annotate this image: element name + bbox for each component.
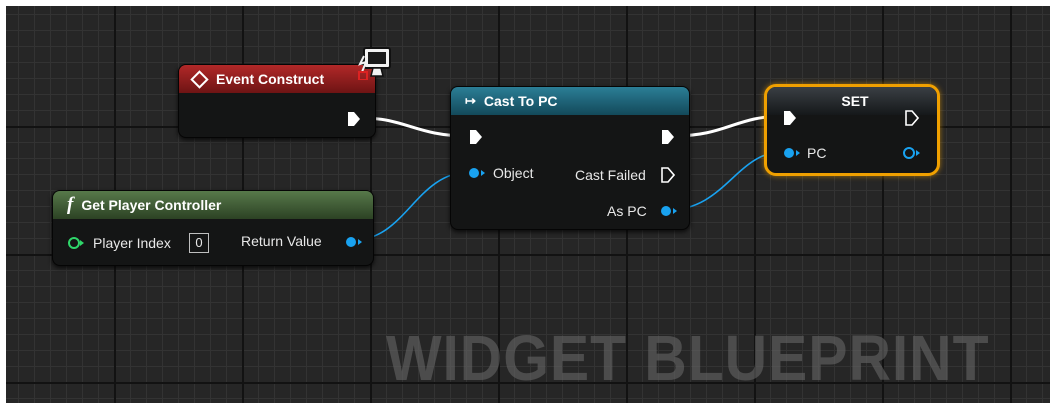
player-index-label: Player Index	[93, 235, 171, 251]
blueprint-graph-canvas[interactable]: Event Construct f Get Player Controller …	[6, 6, 1050, 403]
return-value-label: Return Value	[241, 233, 322, 249]
set-exec-in-pin[interactable]	[783, 110, 797, 126]
cast-arrow-icon: ↦	[465, 93, 476, 108]
cast-object-label: Object	[493, 165, 534, 181]
event-construct-header: Event Construct	[179, 65, 375, 93]
set-pc-label: PC	[807, 145, 827, 161]
event-construct-exec-out-pin[interactable]	[347, 111, 361, 127]
client-monitor-icon	[358, 47, 391, 80]
player-index-value-field[interactable]: 0	[189, 233, 209, 253]
set-pc-output-arrow	[916, 150, 920, 156]
as-pc-output-pin[interactable]	[661, 206, 671, 216]
event-construct-node[interactable]: Event Construct	[178, 64, 376, 138]
set-pc-pin-arrow	[796, 150, 800, 156]
set-pc-input-pin[interactable]	[784, 148, 794, 158]
set-node[interactable]: SET PC	[764, 84, 940, 176]
cast-object-input-pin[interactable]	[469, 168, 479, 178]
set-pc-output-pin[interactable]	[903, 147, 915, 159]
function-f-icon: f	[67, 194, 74, 215]
event-construct-title: Event Construct	[216, 71, 325, 87]
cast-to-pc-node[interactable]: ↦ Cast To PC Object Cast Failed As PC	[450, 86, 690, 230]
return-value-pin-arrow	[358, 239, 362, 245]
return-value-output-pin[interactable]	[346, 237, 356, 247]
set-exec-out-pin[interactable]	[905, 110, 919, 126]
as-pc-pin-arrow	[673, 208, 677, 214]
set-node-title: SET	[841, 93, 869, 109]
player-index-input-pin[interactable]	[68, 237, 80, 249]
get-player-controller-header: f Get Player Controller	[53, 191, 373, 219]
get-player-controller-node[interactable]: f Get Player Controller Player Index 0 R…	[52, 190, 374, 266]
as-pc-label: As PC	[607, 203, 647, 219]
cast-to-pc-title: Cast To PC	[483, 93, 558, 109]
cast-object-pin-arrow	[481, 170, 485, 176]
cast-failed-label: Cast Failed	[575, 167, 646, 183]
cast-exec-in-pin[interactable]	[469, 129, 483, 145]
cast-to-pc-header: ↦ Cast To PC	[451, 87, 689, 115]
player-index-pin-arrow	[80, 240, 84, 246]
get-player-controller-title: Get Player Controller	[81, 197, 222, 213]
event-diamond-icon	[190, 69, 209, 89]
cast-failed-exec-pin[interactable]	[661, 167, 675, 183]
widget-blueprint-watermark: WIDGET BLUEPRINT	[386, 322, 990, 394]
cast-exec-out-pin[interactable]	[661, 129, 675, 145]
